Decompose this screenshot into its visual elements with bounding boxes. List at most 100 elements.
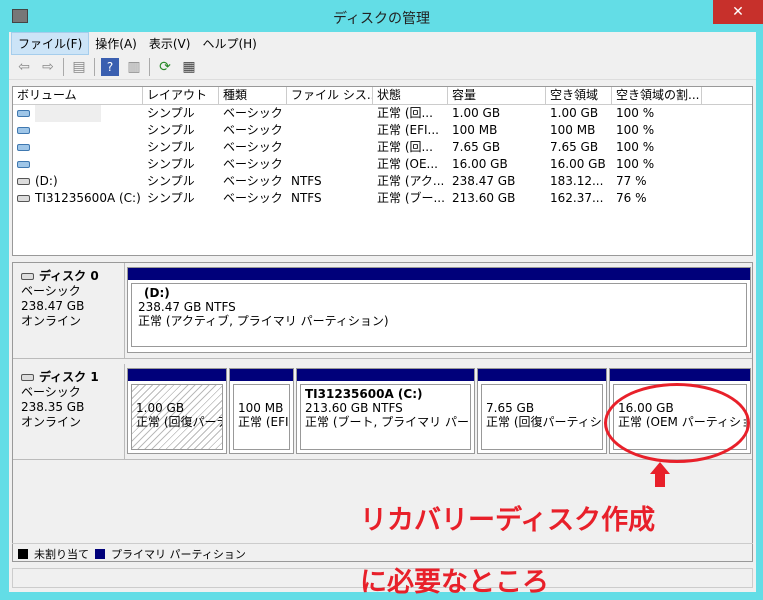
close-button[interactable]: ✕ <box>713 0 763 24</box>
partition-size: 7.65 GB <box>486 401 535 415</box>
cell: 16.00 GB <box>546 156 612 173</box>
cell-text: 16.00 GB <box>550 157 606 171</box>
partition-size: 1.00 GB <box>136 401 185 415</box>
cell-text: 76 % <box>616 191 647 205</box>
partition-recovery-1gb[interactable]: 1.00 GB正常 (回復パーティション) <box>127 368 227 454</box>
partition-status: 正常 (ブート, プライマリ パーティション) <box>305 415 470 429</box>
cell-text: 77 % <box>616 174 647 188</box>
partition-recovery-7gb[interactable]: 7.65 GB正常 (回復パーティション) <box>477 368 607 454</box>
volume-icon <box>17 178 30 185</box>
volume-row[interactable]: (D:) シンプル ベーシック NTFS 正常 (アク... 238.47 GB 183.1… <box>13 173 752 190</box>
cell-text: 7.65 GB <box>550 140 599 154</box>
cell-text: 100 % <box>616 106 655 120</box>
primary-partition-bar <box>610 369 750 381</box>
cell <box>13 156 143 173</box>
cell: 100 MB <box>546 122 612 139</box>
primary-partition-bar <box>128 268 750 280</box>
partition-size: 100 MB <box>238 401 284 415</box>
cell-text: ベーシック <box>223 106 283 120</box>
show-hide-console-tree-icon[interactable]: ▤ <box>70 58 88 76</box>
cell-text: 正常 (EFI... <box>377 123 439 137</box>
properties-icon[interactable]: ▦ <box>180 58 198 76</box>
cell-text: シンプル <box>147 106 195 120</box>
cell-text: (D:) <box>35 174 58 188</box>
cell: 正常 (回... <box>373 105 448 122</box>
disk-0-label[interactable]: ディスク 0 ベーシック 238.47 GB オンライン <box>13 263 125 359</box>
cell: 100 % <box>612 122 702 139</box>
volume-row[interactable]: TI31235600A (C:) シンプル ベーシック NTFS 正常 (ブー... 21… <box>13 190 752 207</box>
cell: 1.00 GB <box>448 105 546 122</box>
window-title: ディスクの管理 <box>332 11 431 27</box>
legend-unallocated: 未割り当て <box>34 547 89 561</box>
column-filesystem[interactable]: ファイル シス... <box>287 87 373 104</box>
toolbar-separator <box>94 57 95 76</box>
partition-name: TI31235600A (C:) <box>305 387 423 401</box>
cell: ベーシック <box>219 105 287 122</box>
volume-row[interactable]: シンプル ベーシック 正常 (OE... 16.00 GB 16.00 GB 100 % <box>13 156 752 173</box>
disk-icon <box>21 273 34 280</box>
cell-text: シンプル <box>147 140 195 154</box>
annotation-arrow-stem <box>655 473 665 487</box>
cell-text: 1.00 GB <box>550 106 599 120</box>
cell: 238.47 GB <box>448 173 546 190</box>
column-percent-free[interactable]: 空き領域の割... <box>612 87 702 104</box>
cell <box>13 139 143 156</box>
volume-list-header: ボリューム レイアウト 種類 ファイル シス... 状態 容量 空き領域 空き領… <box>13 87 752 105</box>
cell-text: シンプル <box>147 157 195 171</box>
cell-text: 正常 (OE... <box>377 157 438 171</box>
column-free-space[interactable]: 空き領域 <box>546 87 612 104</box>
primary-partition-bar <box>478 369 606 381</box>
forward-icon[interactable]: ⇨ <box>39 58 57 76</box>
menu-file[interactable]: ファイル(F) <box>11 31 90 55</box>
disk-1-label[interactable]: ディスク 1 ベーシック 238.35 GB オンライン <box>13 364 125 460</box>
cell: シンプル <box>143 156 219 173</box>
volume-row[interactable]: シンプル ベーシック 正常 (EFI... 100 MB 100 MB 100 % <box>13 122 752 139</box>
cell <box>287 105 373 122</box>
column-layout[interactable]: レイアウト <box>143 87 219 104</box>
cell-text: 1.00 GB <box>452 106 501 120</box>
title-bar: ディスクの管理 ✕ <box>0 0 763 32</box>
partition-status: 正常 (アクティブ, プライマリ パーティション) <box>138 314 389 328</box>
volume-row[interactable]: シンプル ベーシック 正常 (回... 1.00 GB 1.00 GB 100 % <box>13 105 752 122</box>
volume-list: ボリューム レイアウト 種類 ファイル シス... 状態 容量 空き領域 空き領… <box>12 86 753 256</box>
partition-size: 238.47 GB NTFS <box>138 300 236 314</box>
partition-c[interactable]: TI31235600A (C:) 213.60 GB NTFS 正常 (ブート, プ… <box>296 368 475 454</box>
refresh-icon[interactable]: ⟳ <box>156 58 174 76</box>
menu-action[interactable]: 操作(A) <box>89 33 143 54</box>
primary-partition-bar <box>128 369 226 381</box>
column-type[interactable]: 種類 <box>219 87 287 104</box>
primary-swatch <box>95 548 105 559</box>
menu-view[interactable]: 表示(V) <box>143 33 197 54</box>
volume-icon <box>17 110 30 117</box>
cell-text: ベーシック <box>223 140 283 154</box>
column-status[interactable]: 状態 <box>373 87 448 104</box>
partition-efi[interactable]: 100 MB正常 (EFI システム パーティション) <box>229 368 294 454</box>
volume-icon <box>17 161 30 168</box>
cell: シンプル <box>143 122 219 139</box>
volume-row[interactable]: シンプル ベーシック 正常 (回... 7.65 GB 7.65 GB 100 % <box>13 139 752 156</box>
cell: 正常 (EFI... <box>373 122 448 139</box>
column-capacity[interactable]: 容量 <box>448 87 546 104</box>
cell <box>287 122 373 139</box>
volume-icon <box>17 144 30 151</box>
partition-d[interactable]: (D:) 238.47 GB NTFS 正常 (アクティブ, プライマリ パーテ… <box>127 267 751 353</box>
cell-text: ベーシック <box>223 123 283 137</box>
cell: 正常 (回... <box>373 139 448 156</box>
cell-text: ベーシック <box>223 174 283 188</box>
help-icon[interactable]: ? <box>101 57 119 76</box>
partition-status: 正常 (回復パーティション) <box>136 415 222 429</box>
column-volume[interactable]: ボリューム <box>13 87 143 104</box>
cell-text: 238.47 GB <box>452 174 516 188</box>
disk-0: ディスク 0 ベーシック 238.47 GB オンライン (D:) 238.47… <box>13 263 752 359</box>
disk-icon <box>21 374 34 381</box>
cell: 162.37... <box>546 190 612 207</box>
partition-status: 正常 (回復パーティション) <box>486 415 602 429</box>
menu-help[interactable]: ヘルプ(H) <box>196 33 262 54</box>
back-icon[interactable]: ⇦ <box>15 58 33 76</box>
show-action-pane-icon[interactable]: ▥ <box>125 58 143 76</box>
cell: (D:) <box>13 173 143 190</box>
cell: TI31235600A (C:) <box>13 190 143 207</box>
cell: ベーシック <box>219 122 287 139</box>
cell <box>13 122 143 139</box>
cell-text: 213.60 GB <box>452 191 516 205</box>
